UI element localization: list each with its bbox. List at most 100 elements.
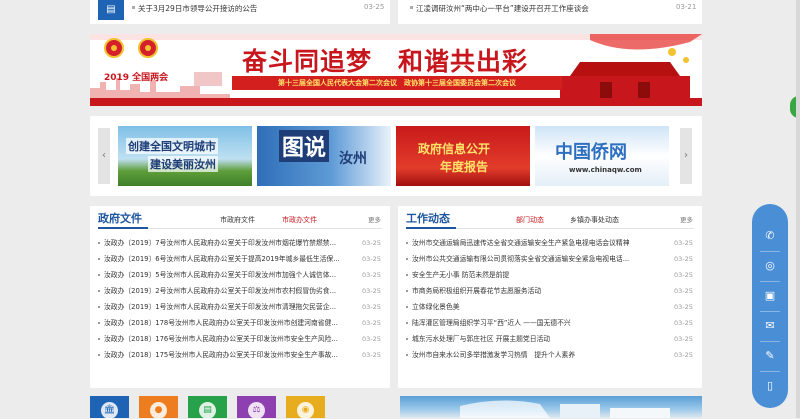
slider-tile-china-qw[interactable]: 中国侨网 www.chinaqw.com [535, 126, 669, 186]
list-item-date: 03-25 [362, 303, 381, 311]
floating-share-toolbar: ✆ ◎ ▣ ✉ ✎ ▯ [752, 204, 788, 408]
list-item-date: 03-25 [674, 255, 693, 263]
chevron-right-icon: › [684, 150, 688, 161]
bullet-icon [406, 258, 408, 260]
gov-docs-divider [98, 227, 382, 229]
service-icon-row: 🏛 ● ▤ ⚖ ◉ [90, 396, 390, 419]
bullet-icon [98, 242, 100, 244]
list-item-title[interactable]: 汝政办〔2019〕5号汝州市人民政府办公室关于印发汝州市加强个人诚信体... [104, 267, 356, 283]
list-item-date: 03-25 [674, 351, 693, 359]
list-item-title[interactable]: 城东污水处理厂与郭庄社区 开展主题党日活动 [412, 331, 666, 347]
bullet-icon [406, 338, 408, 340]
weibo-icon[interactable]: ◎ [760, 256, 780, 276]
mail-icon[interactable]: ✉ [760, 316, 780, 336]
list-item-title[interactable]: 汝州市自来水公司多举措激发学习热情 提升个人素养 [412, 347, 666, 363]
slider-tile-picture-ruzhou[interactable]: 图说 汝州 [257, 126, 391, 186]
tile-line: 创建全国文明城市 [126, 138, 218, 154]
list-item-title[interactable]: 陆浑灌区管理局组织学习平“西”近人 ——国无德不兴 [412, 315, 666, 331]
bullet-icon [98, 322, 100, 324]
slider-tile-civilized-city[interactable]: 创建全国文明城市 建设美丽汝州 [118, 126, 252, 186]
top-news-strip: ▤ 关于3月29日市领导公开接访的公告 03-25 江凌调研汝州“两中心一平台”… [90, 0, 702, 24]
person-service-button[interactable]: ● [139, 396, 178, 419]
gov-docs-more-link[interactable]: 更多 [368, 214, 381, 224]
list-item-title[interactable]: 汝州市公共交通运输有限公司贯彻落实全省交通运输安全紧急电视电话... [412, 251, 666, 267]
film-icon: ◉ [297, 402, 314, 419]
person-icon: ● [150, 402, 167, 419]
top-news-right-date: 03-21 [676, 3, 697, 11]
work-news-panel: 工作动态 部门动态 乡镇办事处动态 更多 汝州市交通运输局迅速传达全省交通运输安… [398, 206, 702, 388]
toolbar-separator [760, 251, 780, 252]
chevron-left-icon: ‹ [102, 150, 106, 161]
gov-docs-title: 政府文件 [98, 212, 142, 225]
edit-icon[interactable]: ✎ [760, 346, 780, 366]
list-item-title[interactable]: 安全生产无小事 防范未然是前提 [412, 267, 666, 283]
film-service-button[interactable]: ◉ [286, 396, 325, 419]
slider-next-button[interactable]: › [680, 128, 692, 184]
top-news-right: 江凌调研汝州“两中心一平台”建设开召开工作座谈会 03-21 [398, 0, 702, 24]
building-service-button[interactable]: 🏛 [90, 396, 129, 419]
bullet-icon [406, 306, 408, 308]
list-item-title[interactable]: 汝州市交通运输局迅速传达全省交通运输安全生产紧急电视电话会议精神 [412, 235, 666, 251]
slider-prev-button[interactable]: ‹ [98, 128, 110, 184]
page-scrollbar[interactable] [796, 0, 800, 418]
bullet-icon [98, 338, 100, 340]
list-item-date: 03-25 [362, 239, 381, 247]
city-photo[interactable] [400, 396, 702, 418]
top-news-left: ▤ 关于3月29日市领导公开接访的公告 03-25 [90, 0, 390, 24]
bullet-icon [132, 6, 135, 9]
list-item-title[interactable]: 汝政办〔2018〕175号汝州市人民政府办公室关于印发汝州市安全生产事故... [104, 347, 356, 363]
list-item-title[interactable]: 汝政办〔2018〕176号汝州市人民政府办公室关于印发汝州市安全生产风险... [104, 331, 356, 347]
document-icon: ▤ [199, 402, 216, 419]
top-news-left-link[interactable]: 关于3月29日市领导公开接访的公告 [138, 3, 257, 14]
scales-service-button[interactable]: ⚖ [237, 396, 276, 419]
tab-department-news[interactable]: 部门动态 [516, 215, 544, 225]
bullet-icon [410, 6, 413, 9]
list-item-date: 03-25 [674, 287, 693, 295]
scales-icon: ⚖ [248, 402, 265, 419]
wechat-icon[interactable]: ✆ [760, 226, 780, 246]
gov-docs-panel: 政府文件 市政府文件 市政办文件 更多 汝政办〔2019〕7号汝州市人民政府办公… [90, 206, 390, 388]
link-slider: ‹ 创建全国文明城市 建设美丽汝州 图说 汝州 政府信息公开 年度报告 中国侨网… [90, 116, 702, 196]
toolbar-separator [760, 371, 780, 372]
page-content: ▤ 关于3月29日市领导公开接访的公告 03-25 江凌调研汝州“两中心一平台”… [90, 0, 702, 419]
list-item-title[interactable]: 立体绿化景色美 [412, 299, 666, 315]
tab-city-office-docs[interactable]: 市政办文件 [282, 215, 317, 225]
work-news-more-link[interactable]: 更多 [680, 214, 693, 224]
toolbar-separator [760, 311, 780, 312]
list-item-date: 03-25 [674, 303, 693, 311]
list-item-date: 03-25 [674, 335, 693, 343]
bullet-icon [98, 258, 100, 260]
mobile-icon[interactable]: ▯ [760, 376, 780, 396]
building-icon: 🏛 [101, 402, 118, 419]
tile-line: 政府信息公开 [418, 142, 491, 156]
list-item-title[interactable]: 汝政办〔2019〕1号汝州市人民政府办公室关于印发汝州市清理拖欠民营企... [104, 299, 356, 315]
top-news-right-link[interactable]: 江凌调研汝州“两中心一平台”建设开召开工作座谈会 [416, 3, 589, 14]
tile-line: 中国侨网 [555, 142, 627, 163]
bullet-icon [98, 274, 100, 276]
list-item-title[interactable]: 汝政办〔2018〕178号汝州市人民政府办公室关于印发汝州市创建河南省健... [104, 315, 356, 331]
bullet-icon [406, 274, 408, 276]
banner-slogan: 奋斗同追梦 和谐共出彩 [242, 47, 529, 76]
tab-township-news[interactable]: 乡镇办事处动态 [570, 215, 619, 225]
bullet-icon [98, 306, 100, 308]
work-news-divider [406, 227, 694, 229]
list-item-title[interactable]: 市商务局积极组织开展春花节志愿服务活动 [412, 283, 666, 299]
list-item-title[interactable]: 汝政办〔2019〕2号汝州市人民政府办公室关于印发汝州市农村假冒伪劣食... [104, 283, 356, 299]
work-news-title: 工作动态 [406, 212, 450, 225]
tile-line: 汝州 [339, 151, 367, 167]
tab-city-gov-docs[interactable]: 市政府文件 [220, 215, 255, 225]
bullet-icon [406, 242, 408, 244]
document-service-button[interactable]: ▤ [188, 396, 227, 419]
tile-line: 年度报告 [440, 160, 489, 174]
list-item-title[interactable]: 汝政办〔2019〕6号汝州市人民政府办公室关于提高2019年城乡最低生活保... [104, 251, 356, 267]
app-icon[interactable]: ▣ [760, 286, 780, 306]
list-item-title[interactable]: 汝政办〔2019〕7号汝州市人民政府办公室关于印发汝州市烟花爆竹禁燃禁... [104, 235, 356, 251]
slider-tile-gov-info-report[interactable]: 政府信息公开 年度报告 [396, 126, 530, 186]
bullet-icon [406, 322, 408, 324]
list-item-date: 03-25 [362, 335, 381, 343]
two-sessions-banner[interactable]: 2019 全国两会 奋斗同追梦 和谐共出彩 第十三届全国人民代表大会第二次会议 … [90, 34, 702, 106]
banner-subline: 第十三届全国人民代表大会第二次会议 政协第十三届全国委员会第二次会议 [232, 76, 562, 90]
city-photo-artwork [460, 400, 670, 418]
banner-year-label: 2019 全国两会 [104, 73, 169, 83]
top-news-left-date: 03-25 [364, 3, 385, 11]
